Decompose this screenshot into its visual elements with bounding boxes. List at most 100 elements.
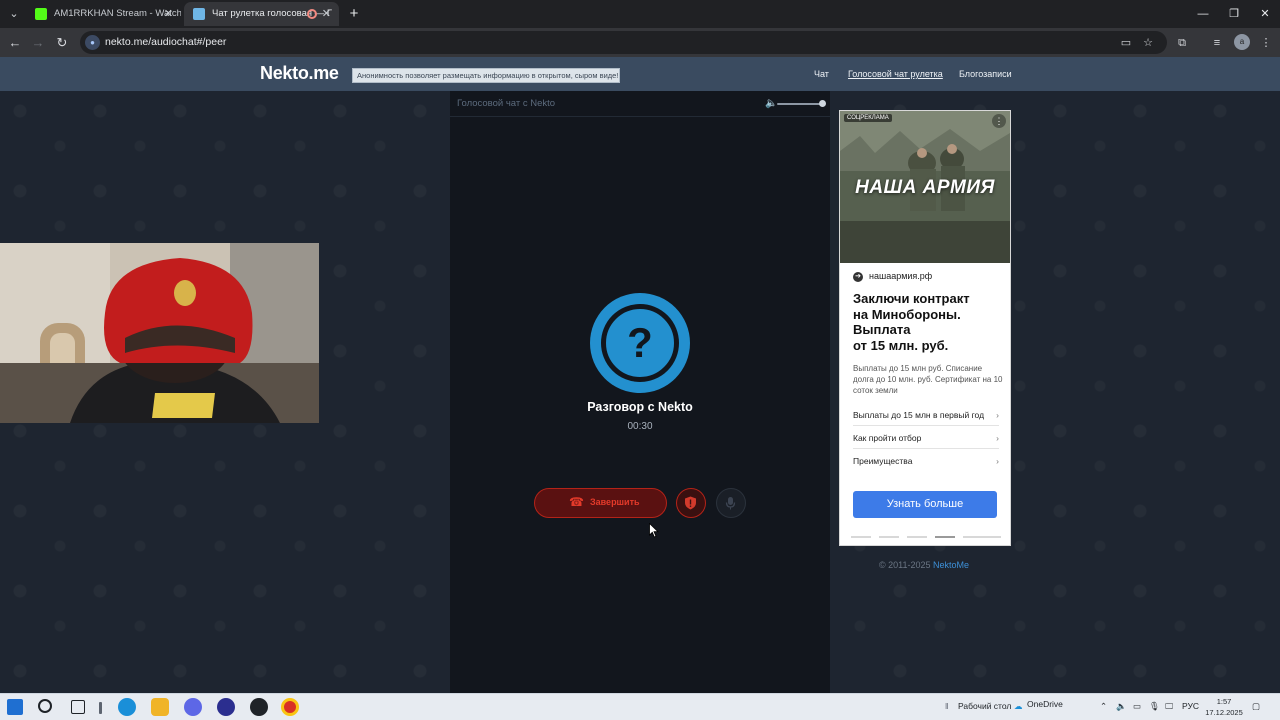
new-tab-button[interactable]: + xyxy=(344,4,364,24)
voice-chat-panel: Голосовой чат с Nekto 🔈 ? Разговор с Nek… xyxy=(450,91,830,693)
mouse-cursor-icon xyxy=(649,523,659,538)
ad-link-label: Как пройти отбор xyxy=(853,433,922,443)
ad-link-payments[interactable]: Выплаты до 15 млн в первый год › xyxy=(853,410,999,420)
chevron-up-icon[interactable]: ⌃ xyxy=(1100,701,1107,712)
volume-slider-handle[interactable] xyxy=(819,100,826,107)
speaker-icon[interactable]: 🔈 xyxy=(1116,701,1127,712)
kick-icon xyxy=(35,8,47,20)
browser-tabstrip: ⌄ AM1RRKHAN Stream - Watch L ✕ Чат рулет… xyxy=(0,0,1280,28)
taskbar: ‖ Рабочий стол ☁ OneDrive ⌃ 🔈 ▭ 🎙 🖵 РУС … xyxy=(0,693,1280,720)
microphone-tray-icon[interactable]: 🎙 xyxy=(1149,701,1160,712)
question-mark-icon: ? xyxy=(627,319,653,366)
end-call-button[interactable]: ☎ Завершить xyxy=(534,488,667,518)
tab-search-icon[interactable]: ⌄ xyxy=(4,4,24,24)
tab-stream[interactable]: AM1RRKHAN Stream - Watch L ✕ xyxy=(26,2,181,26)
notifications-icon[interactable]: ▢ xyxy=(1252,701,1260,712)
cloud-icon[interactable]: ☁ xyxy=(1014,701,1023,712)
ad-headline-line: Заключи контракт xyxy=(853,291,970,306)
copyright-link[interactable]: NektoMe xyxy=(933,560,969,570)
browser-toolbar: ← → ↻ ● nekto.me/audiochat#/peer ▭ ☆ ⧉ ≡… xyxy=(0,28,1280,57)
ad-link-selection[interactable]: Как пройти отбор › xyxy=(853,433,999,443)
app-icon[interactable] xyxy=(250,698,268,716)
windows-start-icon[interactable] xyxy=(7,699,23,715)
ad-badge: СОЦРЕКЛАМА xyxy=(844,114,892,122)
discord-icon[interactable] xyxy=(184,698,202,716)
ad-link-label: Выплаты до 15 млн в первый год xyxy=(853,410,985,420)
webcam-overlay xyxy=(0,243,319,423)
minimize-button[interactable]: — xyxy=(1188,4,1218,24)
carousel-dot[interactable] xyxy=(879,536,899,538)
carousel-dot-active[interactable] xyxy=(935,536,955,538)
search-icon[interactable] xyxy=(38,699,52,713)
tab-title: AM1RRKHAN Stream - Watch L xyxy=(54,8,181,19)
ad-link-benefits[interactable]: Преимущества › xyxy=(853,456,999,466)
nekto-icon xyxy=(193,8,205,20)
forward-button[interactable]: → xyxy=(28,33,48,53)
call-timer: 00:30 xyxy=(627,421,653,432)
restore-button[interactable]: ❐ xyxy=(1219,4,1249,24)
desktop-label[interactable]: Рабочий стол xyxy=(958,701,1011,711)
anonymity-notice: Анонимность позволяет размещать информац… xyxy=(352,68,620,83)
chat-title: Голосовой чат с Nekto xyxy=(457,98,556,109)
volume-icon[interactable]: 🔈 xyxy=(765,98,777,109)
edge-browser-icon[interactable] xyxy=(118,698,136,716)
onedrive-label[interactable]: OneDrive xyxy=(1027,699,1063,709)
network-icon[interactable]: 🖵 xyxy=(1165,701,1173,712)
display-icon[interactable]: ▭ xyxy=(1133,701,1141,712)
chevron-right-icon: › xyxy=(996,410,999,420)
carousel-dot[interactable] xyxy=(851,536,871,538)
menu-kebab-icon[interactable]: ⋮ xyxy=(1257,34,1275,52)
system-clock[interactable]: 1:57 17.12.2025 xyxy=(1202,696,1246,718)
media-control-icon[interactable]: ≡ xyxy=(1208,34,1226,52)
volume-slider[interactable] xyxy=(777,103,823,105)
obs-icon[interactable] xyxy=(217,698,235,716)
chrome-icon[interactable] xyxy=(281,698,299,716)
ad-domain[interactable]: нашаармия.рф xyxy=(869,271,932,281)
advertisement[interactable]: СОЦРЕКЛАМА ⋮ НАША АРМИЯ ➔ нашаармия.рф З… xyxy=(839,110,1011,546)
ad-learn-more-button[interactable]: Узнать больше xyxy=(853,491,997,518)
task-view-icon[interactable] xyxy=(71,700,85,714)
ad-headline-line: Выплата xyxy=(853,322,911,337)
nav-blog[interactable]: Блогозаписи xyxy=(959,69,1012,79)
window-close-button[interactable]: ✕ xyxy=(1250,4,1280,24)
ad-image[interactable]: СОЦРЕКЛАМА ⋮ НАША АРМИЯ xyxy=(840,111,1010,263)
site-logo[interactable]: Nekto.me xyxy=(260,63,339,84)
mic-permission-icon[interactable]: ● xyxy=(85,35,100,50)
extensions-icon[interactable]: ⧉ xyxy=(1173,34,1191,52)
peer-name: Разговор с Nekto xyxy=(587,400,693,414)
ad-link-label: Преимущества xyxy=(853,456,913,466)
show-desktop-divider: ‖ xyxy=(945,701,949,711)
clock-date: 17.12.2025 xyxy=(1205,708,1243,717)
microphone-icon xyxy=(725,497,736,510)
carousel-dot[interactable] xyxy=(981,536,1001,538)
file-explorer-icon[interactable] xyxy=(151,698,169,716)
close-icon[interactable]: ✕ xyxy=(164,2,173,26)
url-text[interactable]: nekto.me/audiochat#/peer xyxy=(105,31,226,54)
copyright: © 2011-2025 NektoMe xyxy=(879,560,969,570)
microphone-button[interactable] xyxy=(716,488,746,518)
bookmark-star-icon[interactable]: ☆ xyxy=(1140,35,1156,51)
carousel-dot[interactable] xyxy=(907,536,927,538)
reload-button[interactable]: ↻ xyxy=(52,33,72,53)
ad-headline[interactable]: Заключи контракт на Минобороны. Выплата … xyxy=(853,291,1003,353)
ad-divider xyxy=(853,425,999,426)
address-bar[interactable]: ● nekto.me/audiochat#/peer ▭ ☆ xyxy=(80,31,1167,54)
profile-avatar[interactable]: a xyxy=(1234,34,1250,50)
widgets-divider xyxy=(99,702,102,714)
ad-options-icon[interactable]: ⋮ xyxy=(992,114,1006,128)
copyright-years: © 2011-2025 xyxy=(879,560,931,570)
ad-body-text: Выплаты до 15 млн руб. Списание долга до… xyxy=(853,364,1003,395)
tab-nekto[interactable]: Чат рулетка голосовая — Г ✕ xyxy=(184,2,339,26)
nav-chat[interactable]: Чат xyxy=(814,69,829,79)
chat-topbar: Голосовой чат с Nekto 🔈 xyxy=(450,91,830,117)
language-indicator[interactable]: РУС xyxy=(1182,701,1199,711)
chevron-right-icon: › xyxy=(996,433,999,443)
carousel-dot[interactable] xyxy=(963,536,983,538)
hangup-phone-icon: ☎ xyxy=(569,495,584,509)
back-button[interactable]: ← xyxy=(5,33,25,53)
cast-icon[interactable]: ▭ xyxy=(1118,35,1134,51)
report-button[interactable] xyxy=(676,488,706,518)
end-call-label: Завершить xyxy=(590,497,640,507)
close-icon[interactable]: ✕ xyxy=(322,2,331,26)
nav-voice-roulette[interactable]: Голосовой чат рулетка xyxy=(848,69,943,79)
